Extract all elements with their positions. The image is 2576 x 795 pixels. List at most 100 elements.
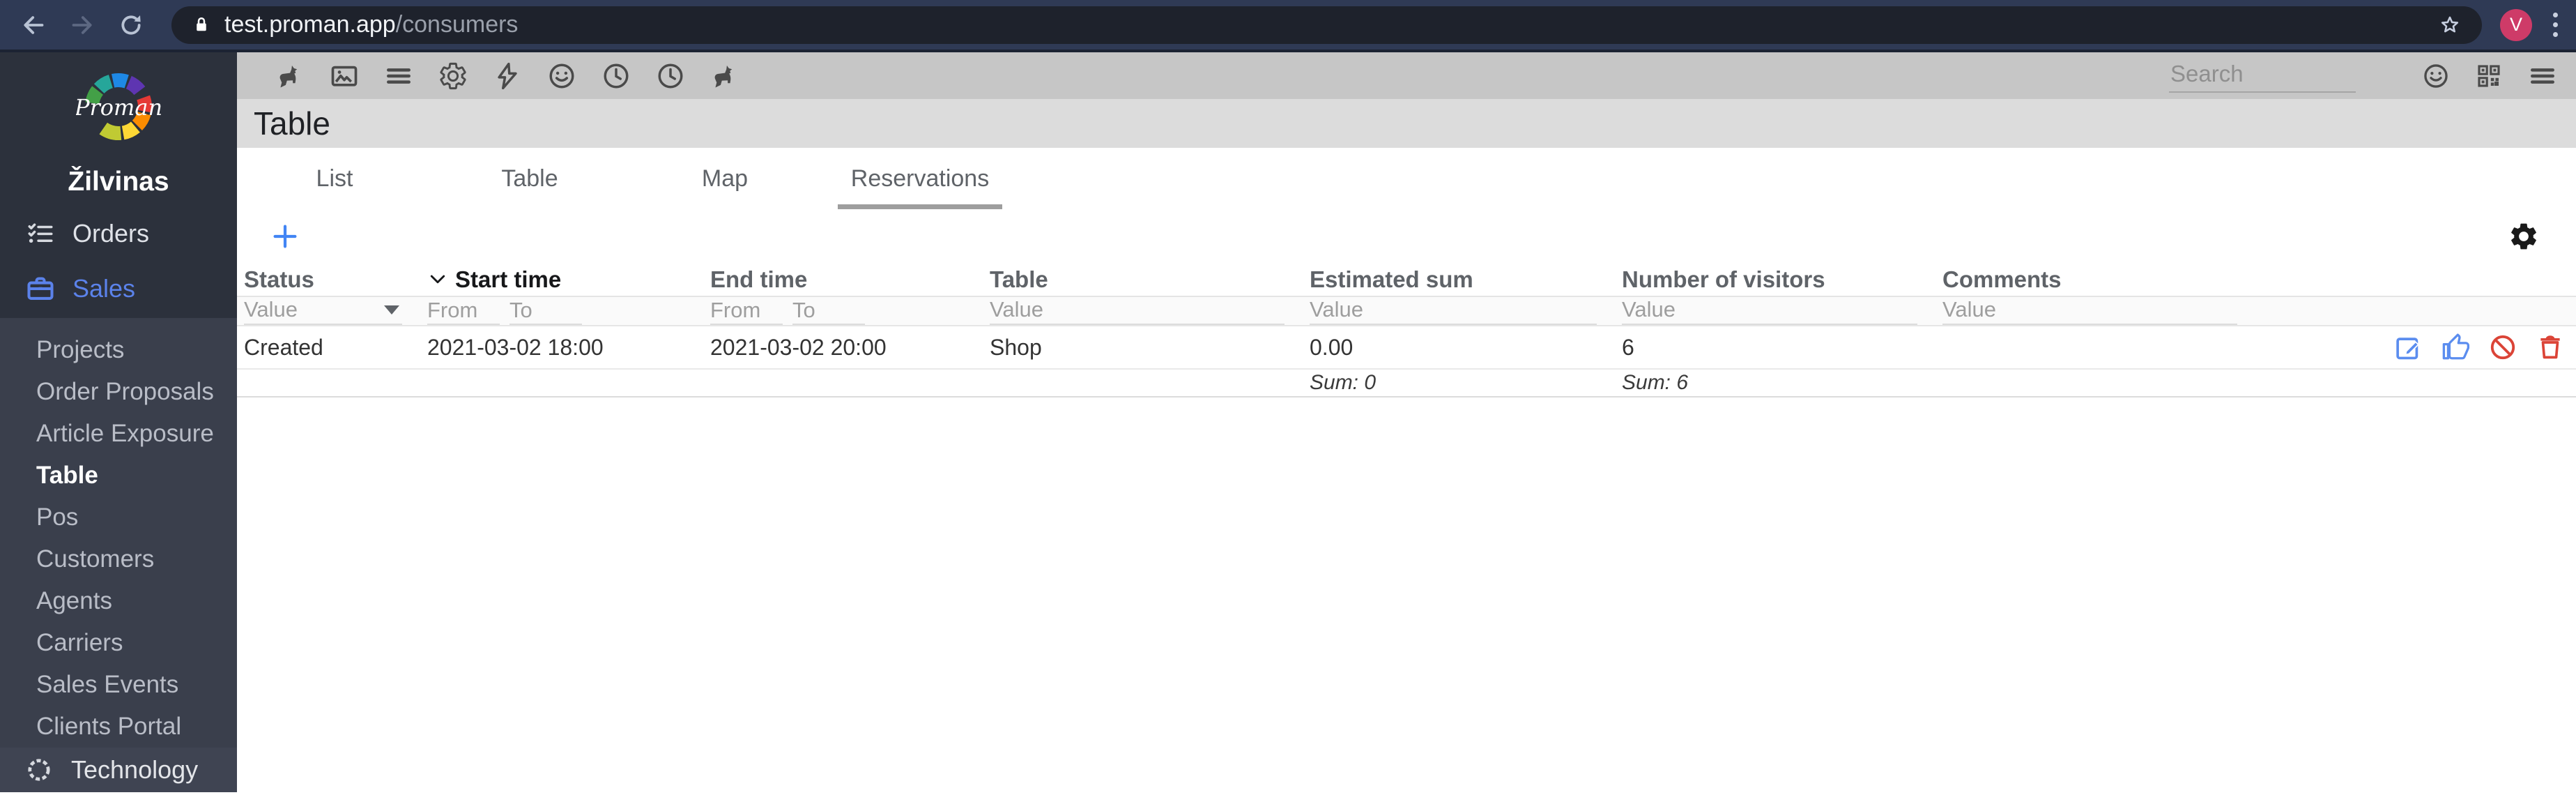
browser-back-button[interactable]	[17, 8, 50, 42]
status-filter-select[interactable]: Value	[244, 297, 402, 325]
start-time-from-input[interactable]: From	[427, 297, 500, 325]
sidebar-item-article-exposure[interactable]: Article Exposure	[0, 413, 237, 455]
dropdown-caret-icon	[384, 305, 399, 315]
url-bar[interactable]: test.proman.app/consumers	[171, 6, 2482, 44]
app-toolbar	[237, 52, 2576, 99]
qr-code-icon[interactable]	[2474, 61, 2504, 91]
smiley-icon[interactable]	[2421, 61, 2451, 91]
sum-end-time	[703, 370, 983, 397]
cell-estimated-sum: 0.00	[1303, 326, 1615, 370]
browser-profile-avatar[interactable]: V	[2500, 8, 2532, 41]
sidebar-item-projects[interactable]: Projects	[0, 329, 237, 371]
filter-number-of-visitors: Value	[1615, 297, 1935, 326]
back-arrow-icon	[24, 15, 44, 34]
sidebar-item-technology[interactable]: Technology	[0, 748, 237, 792]
sidebar: Proman Žilvinas Orders Sales Projects Or…	[0, 52, 237, 792]
reservations-table: Status Start time End time Table Estimat…	[237, 264, 2576, 397]
page-title: Table	[254, 105, 330, 142]
page-title-bar: Table	[237, 99, 2576, 148]
refresh-icon	[121, 15, 141, 35]
bolt-icon[interactable]	[492, 61, 523, 91]
column-header-start-time[interactable]: Start time	[420, 264, 703, 297]
end-time-to-input[interactable]: To	[792, 297, 865, 325]
sales-submenu: Projects Order Proposals Article Exposur…	[0, 318, 237, 748]
approve-reservation-button[interactable]	[2441, 333, 2470, 362]
filter-start-time: From To	[420, 297, 703, 326]
start-time-to-input[interactable]: To	[509, 297, 582, 325]
delete-reservation-button[interactable]	[2536, 333, 2565, 362]
sidebar-item-customers[interactable]: Customers	[0, 538, 237, 580]
block-icon	[2490, 335, 2515, 360]
tab-list[interactable]: List	[237, 148, 432, 209]
logo-text: Proman	[76, 94, 161, 121]
visitors-filter-input[interactable]: Value	[1622, 297, 1917, 325]
end-time-from-input[interactable]: From	[710, 297, 783, 325]
unicorn-icon[interactable]	[710, 61, 740, 91]
sidebar-item-carriers[interactable]: Carriers	[0, 622, 237, 664]
image-icon[interactable]	[329, 61, 360, 91]
menu-icon[interactable]	[2527, 61, 2558, 91]
browser-chrome: test.proman.app/consumers V	[0, 0, 2576, 52]
estimated-sum-filter-input[interactable]: Value	[1310, 297, 1597, 325]
sum-start-time	[420, 370, 703, 397]
clock-icon[interactable]	[601, 61, 631, 91]
sidebar-item-orders[interactable]: Orders	[0, 214, 237, 253]
smiley-icon[interactable]	[546, 61, 577, 91]
sidebar-item-label: Technology	[71, 755, 199, 784]
clock-icon[interactable]	[655, 61, 686, 91]
add-reservation-button[interactable]	[269, 220, 301, 252]
user-name: Žilvinas	[68, 167, 169, 197]
sum-estimated-sum: Sum: 0	[1303, 370, 1615, 397]
filter-estimated-sum: Value	[1303, 297, 1615, 326]
technology-cog-icon	[28, 759, 50, 781]
sidebar-item-order-proposals[interactable]: Order Proposals	[0, 371, 237, 413]
sidebar-item-pos[interactable]: Pos	[0, 497, 237, 538]
plus-icon	[273, 225, 297, 248]
column-settings-button[interactable]	[2508, 220, 2540, 252]
column-header-number-of-visitors[interactable]: Number of visitors	[1615, 264, 1935, 297]
sidebar-item-label: Orders	[72, 218, 150, 248]
table-filter-input[interactable]: Value	[990, 297, 1285, 325]
tab-reservations[interactable]: Reservations	[822, 148, 1018, 209]
sidebar-item-clients-portal[interactable]: Clients Portal	[0, 706, 237, 748]
browser-forward-button[interactable]	[66, 8, 99, 42]
sidebar-item-sales[interactable]: Sales	[0, 270, 237, 309]
block-reservation-button[interactable]	[2488, 333, 2517, 362]
cell-end-time: 2021-03-02 20:00	[703, 326, 983, 370]
comments-filter-input[interactable]: Value	[1942, 297, 2237, 325]
tab-table[interactable]: Table	[432, 148, 627, 209]
column-header-table[interactable]: Table	[983, 264, 1303, 297]
sum-table	[983, 370, 1303, 397]
column-header-estimated-sum[interactable]: Estimated sum	[1303, 264, 1615, 297]
bookmark-star-button[interactable]	[2437, 13, 2462, 38]
lock-icon	[197, 17, 206, 31]
column-header-actions	[2255, 264, 2576, 297]
column-header-comments[interactable]: Comments	[1935, 264, 2255, 297]
thumb-up-icon	[2442, 333, 2470, 360]
checklist-icon	[28, 223, 53, 243]
briefcase-icon	[27, 277, 54, 301]
trash-icon	[2540, 335, 2560, 359]
filter-table: Value	[983, 297, 1303, 326]
tab-bar: List Table Map Reservations	[237, 148, 2576, 209]
search-input[interactable]	[2169, 59, 2356, 93]
browser-refresh-button[interactable]	[114, 8, 148, 42]
edit-reservation-button[interactable]	[2393, 333, 2423, 362]
gear-icon[interactable]	[438, 61, 468, 91]
sidebar-item-agents[interactable]: Agents	[0, 580, 237, 622]
url-host: test.proman.app	[224, 11, 396, 38]
column-header-end-time[interactable]: End time	[703, 264, 983, 297]
unicorn-icon[interactable]	[275, 61, 305, 91]
sidebar-item-table[interactable]: Table	[0, 455, 237, 497]
cell-comments	[1935, 326, 2255, 370]
sort-desc-chevron-icon	[430, 275, 445, 284]
menu-icon[interactable]	[383, 61, 414, 91]
sum-visitors: Sum: 6	[1615, 370, 1935, 397]
sum-status	[237, 370, 420, 397]
tab-map[interactable]: Map	[627, 148, 822, 209]
browser-menu-button[interactable]	[2553, 13, 2558, 37]
forward-arrow-icon	[72, 15, 92, 34]
column-header-status[interactable]: Status	[237, 264, 420, 297]
cell-start-time: 2021-03-02 18:00	[420, 326, 703, 370]
sidebar-item-sales-events[interactable]: Sales Events	[0, 664, 237, 706]
